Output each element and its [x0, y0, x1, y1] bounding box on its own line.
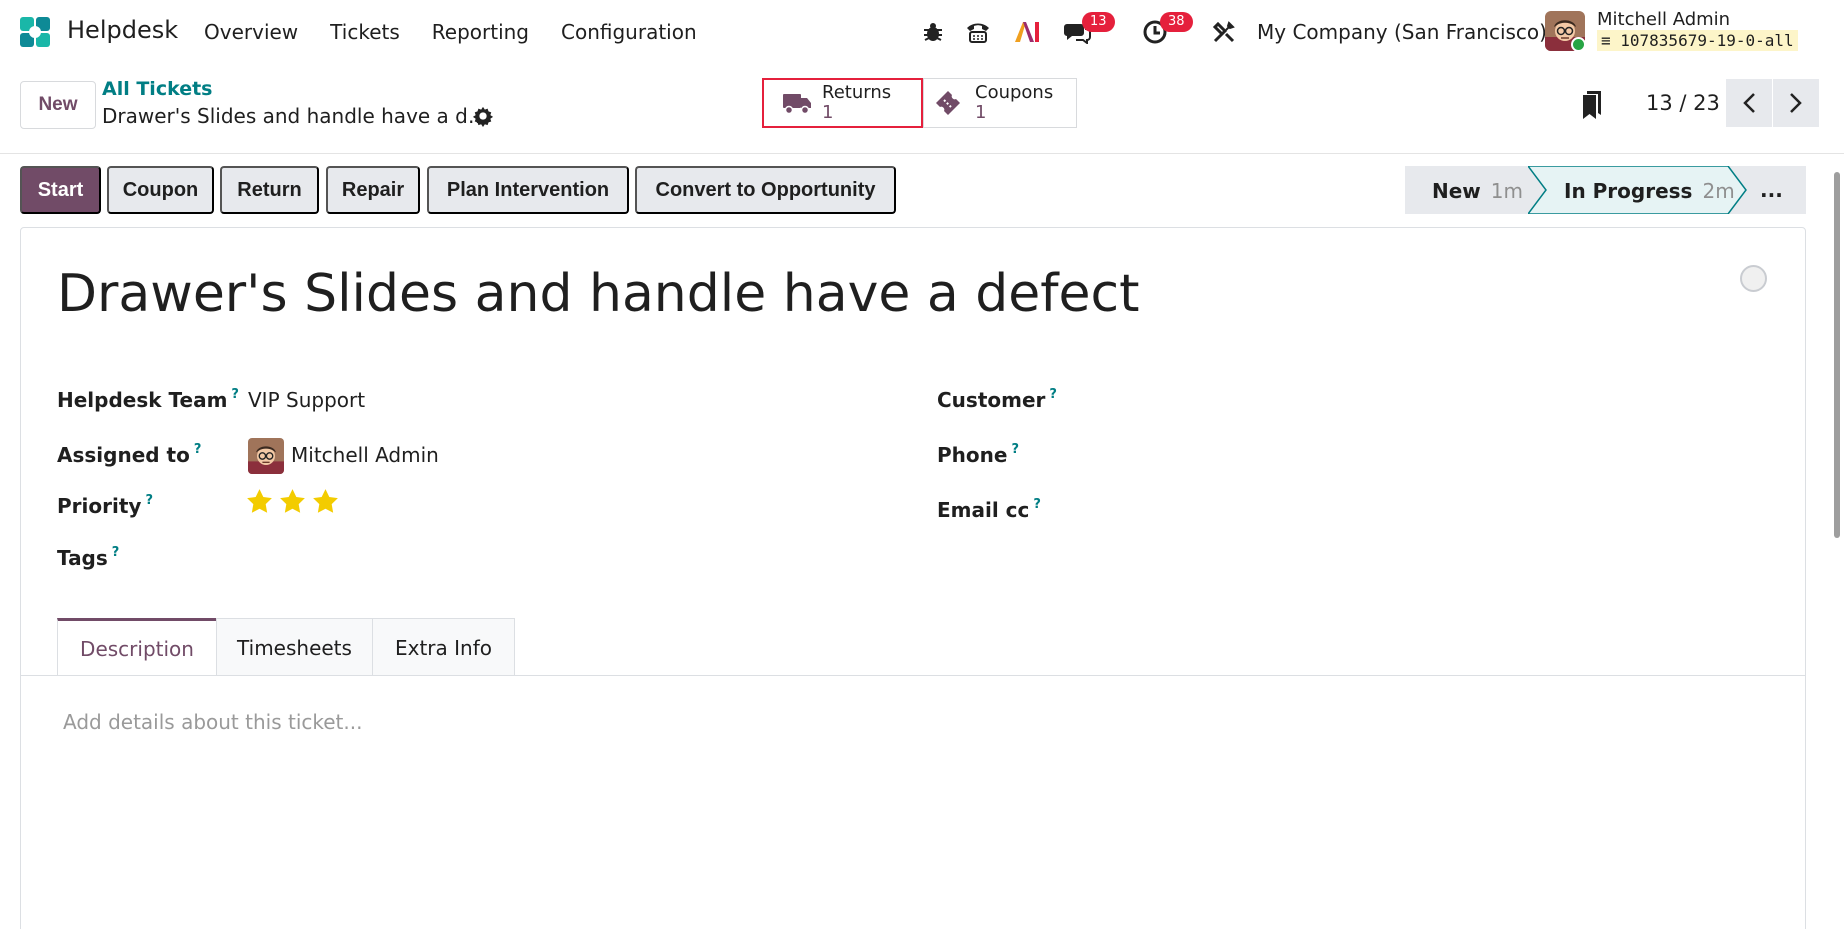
menu-configuration[interactable]: Configuration	[561, 20, 697, 44]
returns-count: 1	[822, 102, 834, 123]
gear-icon[interactable]	[472, 105, 494, 127]
debug-icon[interactable]	[920, 14, 946, 50]
messages-count-badge: 13	[1082, 12, 1115, 32]
tabs-divider	[20, 675, 1806, 676]
ai-icon[interactable]	[1012, 14, 1042, 50]
help-icon[interactable]: ?	[1011, 442, 1019, 457]
helpdesk-team-value[interactable]: VIP Support	[248, 388, 365, 412]
priority-label-text: Priority	[57, 494, 142, 518]
app-name[interactable]: Helpdesk	[67, 16, 178, 44]
main-menu: Overview Tickets Reporting Configuration	[204, 20, 729, 44]
breadcrumb-current: Drawer's Slides and handle have a d…	[102, 104, 488, 128]
star-icon[interactable]	[246, 488, 273, 515]
stage-new[interactable]: New 1m	[1432, 179, 1523, 203]
field-label-helpdesk-team: Helpdesk Team?	[57, 387, 239, 412]
tab-description[interactable]: Description	[57, 618, 217, 676]
company-switcher[interactable]: My Company (San Francisco)	[1257, 20, 1547, 44]
phone-label-text: Phone	[937, 443, 1008, 467]
field-label-assigned-to: Assigned to?	[57, 442, 201, 467]
repair-button[interactable]: Repair	[326, 166, 420, 214]
tab-extra-info[interactable]: Extra Info	[372, 618, 515, 676]
returns-smart-button[interactable]: Returns 1	[762, 78, 923, 128]
star-icon[interactable]	[279, 488, 306, 515]
field-label-customer: Customer?	[937, 387, 1057, 412]
activities-count-badge: 38	[1160, 12, 1193, 32]
help-icon[interactable]: ?	[145, 493, 153, 508]
form-sheet	[20, 227, 1806, 929]
pager-value[interactable]: 13 / 23	[1646, 91, 1720, 115]
customer-label-text: Customer	[937, 388, 1046, 412]
kanban-state-toggle[interactable]	[1740, 265, 1767, 292]
pager-previous-button[interactable]	[1726, 79, 1772, 127]
user-name[interactable]: Mitchell Admin	[1597, 9, 1730, 30]
description-editor[interactable]: Add details about this ticket...	[63, 710, 362, 734]
tab-timesheets[interactable]: Timesheets	[216, 618, 373, 676]
ticket-title[interactable]: Drawer's Slides and handle have a defect	[57, 264, 1140, 324]
settings-tools-icon[interactable]	[1210, 14, 1238, 50]
pager-next-button[interactable]	[1773, 79, 1819, 127]
field-label-tags: Tags?	[57, 545, 119, 570]
helpdesk-team-label-text: Helpdesk Team	[57, 388, 228, 412]
star-icon[interactable]	[312, 488, 339, 515]
helpdesk-logo-icon[interactable]	[18, 15, 52, 49]
coupons-smart-button[interactable]: Coupons 1	[923, 78, 1077, 128]
help-icon[interactable]: ?	[1033, 497, 1041, 512]
stage-in-progress[interactable]: In Progress 2m	[1564, 179, 1735, 203]
field-label-phone: Phone?	[937, 442, 1019, 467]
database-name: 107835679-19-0-all	[1620, 31, 1794, 50]
assigned-to-value[interactable]: Mitchell Admin	[291, 443, 439, 467]
ticket-icon	[936, 91, 960, 115]
field-label-email-cc: Email cc?	[937, 497, 1041, 522]
stage-in-progress-time: 2m	[1702, 179, 1735, 203]
new-ticket-button[interactable]: New	[20, 81, 96, 129]
chevron-right-icon	[1790, 93, 1802, 113]
top-navbar: Helpdesk Overview Tickets Reporting Conf…	[0, 0, 1844, 63]
menu-reporting[interactable]: Reporting	[432, 20, 529, 44]
notebook-tabs: Description Timesheets Extra Info	[57, 618, 515, 676]
stage-new-label: New	[1432, 179, 1481, 203]
stage-more-button[interactable]: ...	[1760, 178, 1783, 202]
coupon-button[interactable]: Coupon	[107, 166, 214, 214]
messages-icon[interactable]: 13	[1060, 12, 1115, 50]
assignee-avatar[interactable]	[248, 438, 284, 474]
plan-intervention-button[interactable]: Plan Intervention	[427, 166, 629, 214]
help-icon[interactable]: ?	[1049, 387, 1057, 402]
returns-label: Returns	[822, 82, 892, 103]
bookmark-icon[interactable]	[1582, 91, 1602, 119]
coupons-label: Coupons	[975, 82, 1054, 103]
return-button[interactable]: Return	[220, 166, 319, 214]
database-icon: ≡	[1601, 31, 1621, 50]
help-icon[interactable]: ?	[231, 387, 239, 402]
stage-in-progress-label: In Progress	[1564, 179, 1693, 203]
start-button[interactable]: Start	[20, 166, 101, 214]
stage-new-time: 1m	[1490, 179, 1523, 203]
scrollbar-thumb[interactable]	[1834, 172, 1840, 538]
database-badge: ≡ 107835679-19-0-all	[1597, 30, 1798, 51]
tags-label-text: Tags	[57, 546, 108, 570]
control-panel-divider	[0, 153, 1844, 154]
coupons-count: 1	[975, 102, 987, 123]
help-icon[interactable]: ?	[194, 442, 202, 457]
assigned-to-label-text: Assigned to	[57, 443, 190, 467]
help-icon[interactable]: ?	[112, 545, 120, 560]
truck-icon	[783, 94, 811, 115]
menu-tickets[interactable]: Tickets	[330, 20, 400, 44]
field-label-priority: Priority?	[57, 493, 153, 518]
activities-icon[interactable]: 38	[1138, 12, 1193, 50]
menu-overview[interactable]: Overview	[204, 20, 298, 44]
breadcrumb-all-tickets[interactable]: All Tickets	[102, 78, 212, 100]
priority-stars	[246, 488, 339, 515]
chevron-left-icon	[1743, 93, 1755, 113]
online-status-dot	[1571, 37, 1586, 52]
convert-to-opportunity-button[interactable]: Convert to Opportunity	[635, 166, 896, 214]
email-cc-label-text: Email cc	[937, 498, 1030, 522]
phone-icon[interactable]	[963, 14, 993, 50]
